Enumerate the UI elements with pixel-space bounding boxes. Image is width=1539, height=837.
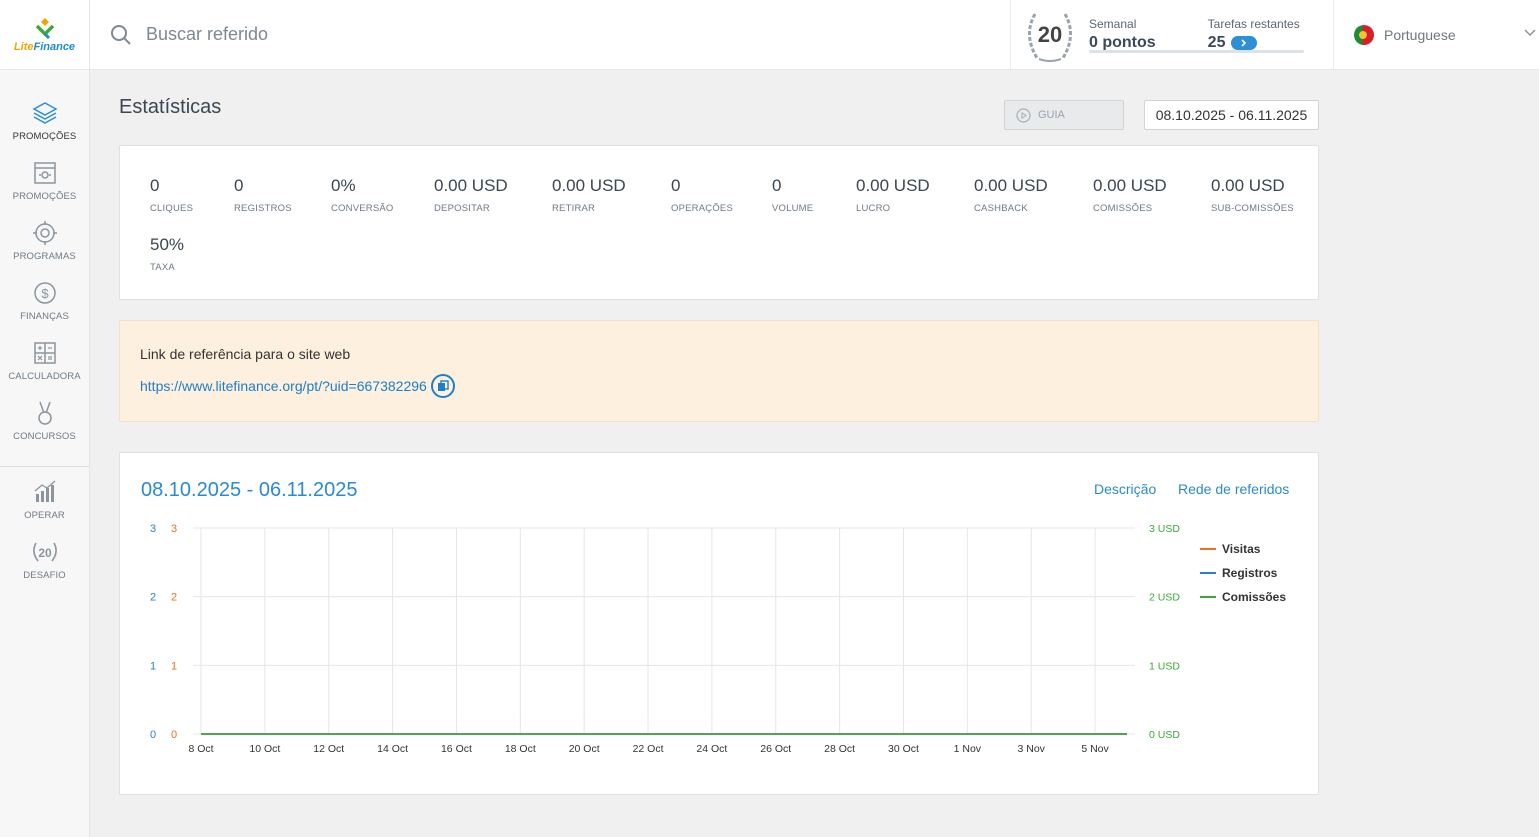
- y-tick-visitas: 1: [171, 660, 177, 672]
- legend-swatch-registros: [1200, 572, 1216, 574]
- search-input[interactable]: [146, 24, 646, 45]
- search-bar: [90, 0, 1010, 69]
- x-tick-label: 28 Oct: [824, 743, 855, 755]
- portugal-flag-icon: [1354, 24, 1374, 45]
- page-title: Estatísticas: [119, 96, 222, 118]
- x-tick-label: 5 Nov: [1081, 743, 1109, 755]
- x-tick-label: 24 Oct: [696, 743, 727, 755]
- sidebar-nav: PROMOÇÕES PROMOÇÕES PROGRAMAS $ FINANÇAS…: [0, 70, 89, 599]
- legend-item-comissoes[interactable]: Comissões: [1200, 585, 1286, 609]
- x-tick-label: 8 Oct: [188, 743, 213, 755]
- y-tick-registros: 3: [150, 523, 156, 535]
- chevron-right-icon: [1241, 39, 1247, 47]
- tasks-progress-bar: [1089, 50, 1304, 53]
- legend-item-visitas[interactable]: Visitas: [1200, 537, 1286, 561]
- search-icon[interactable]: [110, 24, 132, 46]
- chart-legend: Visitas Registros Comissões: [1200, 537, 1286, 609]
- sidebar-item-promocoes[interactable]: PROMOÇÕES: [0, 100, 89, 160]
- sidebar-divider: [0, 466, 89, 467]
- x-tick-label: 26 Oct: [760, 743, 791, 755]
- layers-icon: [31, 102, 58, 124]
- stat-operacoes: 0 OPERAÇÕES: [671, 176, 733, 214]
- litefinance-logo-icon: [35, 17, 54, 39]
- x-tick-label: 18 Oct: [505, 743, 536, 755]
- referral-link-box: Link de referência para o site web https…: [119, 320, 1319, 422]
- x-tick-label: 3 Nov: [1017, 743, 1045, 755]
- x-tick-label: 10 Oct: [249, 743, 280, 755]
- calculator-icon: [33, 342, 56, 364]
- x-tick-label: 16 Oct: [441, 743, 472, 755]
- y-tick-comissoes: 2 USD: [1149, 592, 1180, 604]
- main-content: Estatísticas GUIA 08.10.2025 - 06.11.202…: [119, 70, 1319, 795]
- stat-taxa: 50% TAXA: [150, 235, 185, 273]
- stat-registros: 0 REGISTROS: [234, 176, 292, 214]
- y-tick-visitas: 0: [171, 729, 177, 741]
- y-tick-comissoes: 3 USD: [1149, 523, 1180, 535]
- legend-item-registros[interactable]: Registros: [1200, 561, 1286, 585]
- sidebar-item-financas[interactable]: $ FINANÇAS: [0, 280, 89, 340]
- x-tick-label: 30 Oct: [888, 743, 919, 755]
- wreath-icon: 20: [32, 542, 57, 562]
- x-tick-label: 14 Oct: [377, 743, 408, 755]
- logo[interactable]: LiteFinance: [0, 0, 89, 70]
- y-tick-registros: 0: [150, 729, 156, 741]
- stats-card: 0 CLIQUES 0 REGISTROS 0% CONVERSÃO 0.00 USD…: [119, 145, 1319, 300]
- guide-button[interactable]: GUIA: [1004, 100, 1124, 130]
- medal-icon: [37, 401, 52, 425]
- top-bar: 20 Semanal 0 pontos Tarefas restantes 25…: [90, 0, 1539, 70]
- y-tick-registros: 2: [150, 592, 156, 604]
- referral-title: Link de referência para o site web: [140, 346, 351, 362]
- stat-comissoes: 0.00 USD COMISSÕES: [1093, 176, 1167, 214]
- copy-glyph-icon: [437, 380, 449, 391]
- stat-volume: 0 VOLUME: [772, 176, 814, 214]
- banner-icon: [33, 162, 56, 184]
- logo-text: LiteFinance: [13, 40, 76, 53]
- y-tick-registros: 1: [150, 660, 156, 672]
- sidebar-item-promocoes-banners[interactable]: PROMOÇÕES: [0, 160, 89, 220]
- y-tick-visitas: 2: [171, 592, 177, 604]
- y-tick-visitas: 3: [171, 523, 177, 535]
- remaining-tasks: Tarefas restantes 25: [1207, 17, 1300, 51]
- weekly-points: Semanal 0 pontos: [1089, 17, 1156, 51]
- stat-lucro: 0.00 USD LUCRO: [856, 176, 930, 214]
- legend-swatch-visitas: [1200, 548, 1216, 550]
- sidebar-item-operar[interactable]: OPERAR: [0, 479, 89, 539]
- x-tick-label: 20 Oct: [569, 743, 600, 755]
- statistics-chart: 0 0 0 USD 1 1 1 USD 2 2 2 USD 3 3 3 USD 8 Oct 10 Oct 1…: [150, 523, 1180, 755]
- chart-bars-icon: [34, 480, 55, 502]
- sidebar-item-concursos[interactable]: CONCURSOS: [0, 400, 89, 460]
- tasks-arrow-button[interactable]: [1231, 36, 1258, 50]
- stat-depositar: 0.00 USD DEPOSITAR: [434, 176, 508, 214]
- challenge-badge-number: 20: [1037, 21, 1063, 47]
- copy-icon[interactable]: [430, 374, 455, 398]
- stat-conversao: 0% CONVERSÃO: [331, 176, 394, 214]
- svg-text:$: $: [41, 286, 49, 301]
- y-tick-comissoes: 1 USD: [1149, 660, 1180, 672]
- referral-link[interactable]: https://www.litefinance.org/pt/?uid=6673…: [140, 378, 427, 394]
- weekly-challenge-widget[interactable]: 20 Semanal 0 pontos Tarefas restantes 25: [1010, 0, 1333, 69]
- legend-swatch-comissoes: [1200, 596, 1216, 598]
- date-range-picker[interactable]: 08.10.2025 - 06.11.2025: [1144, 100, 1319, 130]
- sidebar-item-programas[interactable]: PROGRAMAS: [0, 220, 89, 280]
- play-circle-icon: [1016, 107, 1031, 123]
- y-tick-comissoes: 0 USD: [1149, 729, 1180, 741]
- x-tick-label: 1 Nov: [954, 743, 982, 755]
- dollar-icon: $: [33, 282, 56, 304]
- sidebar-item-calculadora[interactable]: CALCULADORA: [0, 340, 89, 400]
- wreath-badge-number: 20: [38, 546, 52, 560]
- sidebar-item-desafio[interactable]: 20 DESAFIO: [0, 539, 89, 599]
- x-tick-label: 22 Oct: [633, 743, 664, 755]
- chart-card: 08.10.2025 - 06.11.2025 Descrição Rede d…: [119, 452, 1319, 795]
- sidebar: LiteFinance PROMOÇÕES PROMOÇÕES PROGRAMA…: [0, 0, 90, 837]
- language-selector[interactable]: Portuguese: [1333, 0, 1539, 69]
- target-icon: [32, 221, 57, 245]
- stat-cashback: 0.00 USD CASHBACK: [974, 176, 1048, 214]
- stat-retirar: 0.00 USD RETIRAR: [552, 176, 626, 214]
- chevron-down-icon: [1524, 29, 1536, 37]
- challenge-badge: 20: [1021, 6, 1079, 64]
- stat-sub-comissoes: 0.00 USD SUB-COMISSÕES: [1211, 176, 1294, 214]
- stat-cliques: 0 CLIQUES: [150, 176, 194, 214]
- x-tick-label: 12 Oct: [313, 743, 344, 755]
- page-header: Estatísticas GUIA 08.10.2025 - 06.11.202…: [119, 70, 1319, 145]
